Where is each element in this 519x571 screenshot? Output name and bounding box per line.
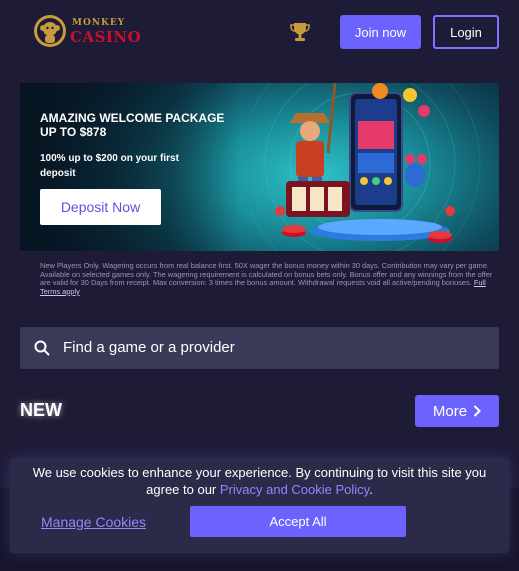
bonus-terms: New Players Only. Wagering occurs from r…	[40, 261, 502, 296]
monkey-logo-icon	[34, 15, 66, 47]
trophy-icon[interactable]	[289, 21, 311, 43]
site-header: MONKEY CASINO Join now Login	[0, 0, 519, 64]
bonus-terms-text: New Players Only. Wagering occurs from r…	[40, 261, 493, 288]
banner-subtitle: 100% up to $200 on your first deposit	[40, 153, 179, 179]
welcome-banner[interactable]: AMAZING WELCOME PACKAGE UP TO $878 100% …	[20, 83, 499, 251]
manage-cookies-link[interactable]: Manage Cookies	[41, 514, 146, 530]
cookie-message: We use cookies to enhance your experienc…	[22, 464, 497, 498]
search-bar[interactable]: Find a game or a provider	[20, 327, 499, 369]
banner-title: AMAZING WELCOME PACKAGE UP TO $878	[40, 111, 225, 139]
login-button[interactable]: Login	[433, 15, 499, 49]
section-title-new: NEW	[20, 400, 62, 420]
privacy-policy-link[interactable]: Privacy and Cookie Policy	[220, 482, 369, 497]
logo-text-top: MONKEY	[72, 18, 126, 28]
site-logo[interactable]: MONKEY CASINO	[33, 14, 141, 50]
deposit-now-button[interactable]: Deposit Now	[40, 189, 161, 225]
more-button[interactable]: More	[415, 395, 499, 427]
join-now-button[interactable]: Join now	[340, 15, 421, 49]
more-button-label: More	[432, 402, 468, 420]
banner-illustration	[250, 83, 481, 251]
chevron-right-icon	[473, 405, 482, 417]
accept-all-button[interactable]: Accept All	[190, 506, 406, 537]
search-input[interactable]: Find a game or a provider	[63, 339, 235, 356]
search-icon	[34, 340, 50, 356]
cookie-banner: We use cookies to enhance your experienc…	[10, 458, 509, 553]
logo-text-bottom: CASINO	[70, 28, 142, 46]
cookie-text-after: .	[369, 482, 373, 497]
